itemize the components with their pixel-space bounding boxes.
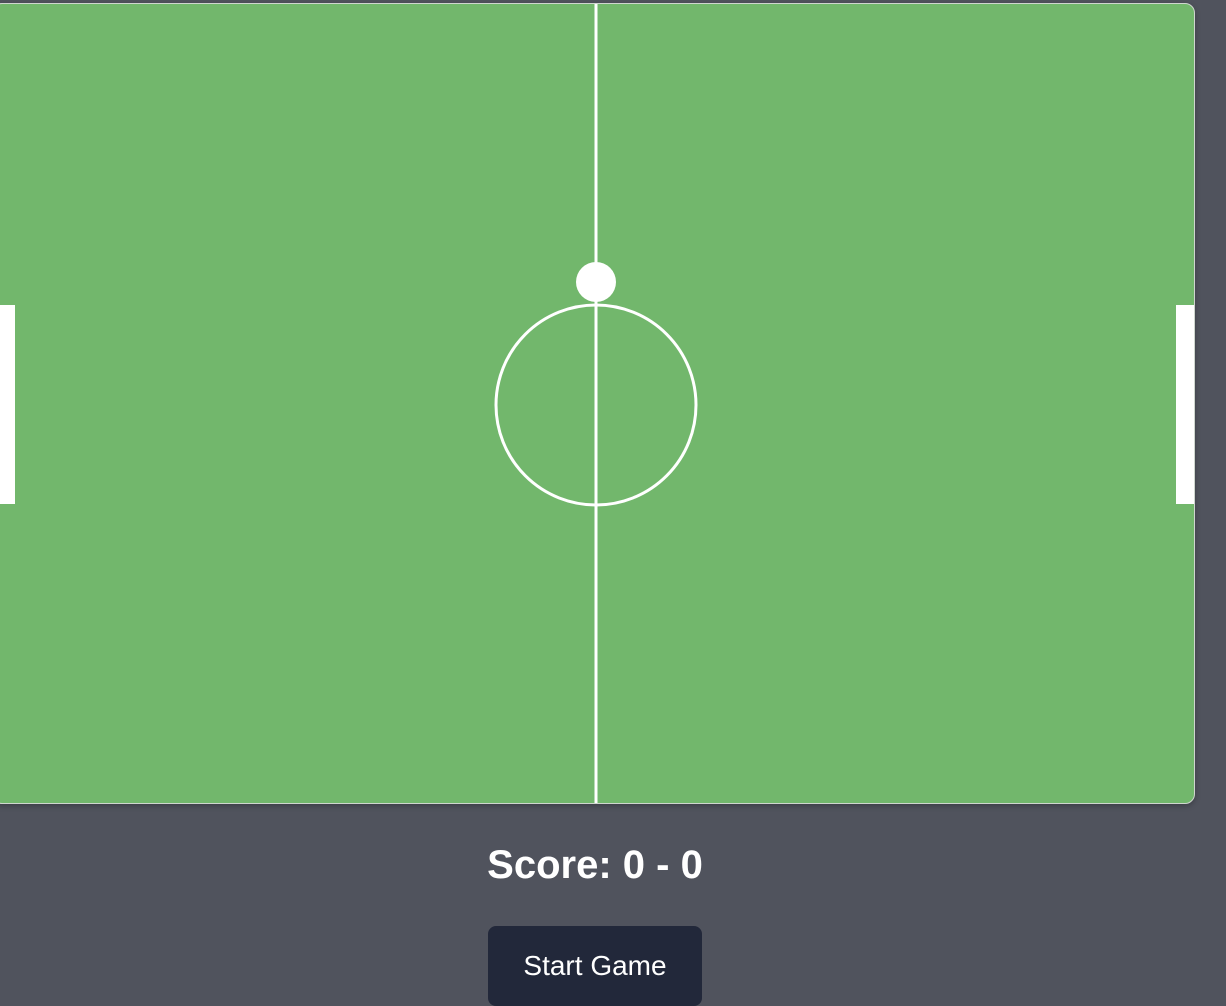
left-paddle <box>0 305 15 504</box>
game-screen: Score: 0 - 0 Start Game <box>0 0 1226 1006</box>
right-paddle <box>1176 305 1194 504</box>
start-game-button[interactable]: Start Game <box>488 926 702 1006</box>
field-markings <box>0 4 1194 803</box>
ball <box>576 262 616 302</box>
soccer-field <box>0 3 1195 804</box>
score-display: Score: 0 - 0 <box>487 843 703 887</box>
